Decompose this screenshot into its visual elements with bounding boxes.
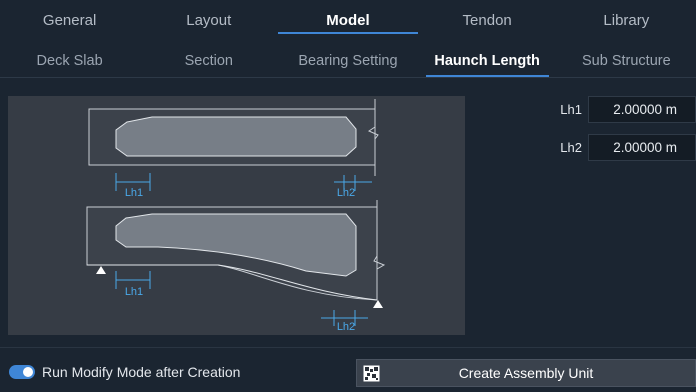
top-girder-void (115, 116, 357, 157)
top-lh1-label: Lh1 (125, 187, 143, 199)
haunch-diagram: Lh1 Lh2 Lh1 Lh2 (86, 99, 386, 333)
toggle-knob (23, 367, 33, 377)
lh2-label: Lh2 (560, 139, 582, 155)
create-assembly-unit-button[interactable]: Create Assembly Unit (356, 359, 696, 387)
haunch-diagram-panel: Lh1 Lh2 Lh1 Lh2 (8, 96, 465, 335)
lh1-input[interactable] (588, 95, 696, 123)
tab-model[interactable]: Model (278, 0, 418, 40)
left-support-icon (96, 266, 106, 274)
subtab-haunch-length[interactable]: Haunch Length (418, 44, 557, 78)
tab-layout[interactable]: Layout (139, 0, 278, 40)
subtab-bearing-setting[interactable]: Bearing Setting (278, 44, 417, 78)
bottom-lh1-label: Lh1 (125, 286, 143, 298)
right-support-icon (373, 300, 383, 308)
lh2-row: Lh2 (540, 133, 696, 161)
lh1-label: Lh1 (560, 101, 582, 117)
create-button-label: Create Assembly Unit (458, 365, 594, 381)
modify-mode-toggle[interactable] (9, 365, 35, 379)
top-lh2-label: Lh2 (337, 187, 355, 199)
assembly-unit-icon (363, 365, 380, 382)
bottom-bar: Run Modify Mode after Creation Create As… (0, 347, 696, 392)
lh1-row: Lh1 (540, 95, 696, 123)
subtab-section[interactable]: Section (139, 44, 278, 78)
lh2-input[interactable] (588, 133, 696, 161)
bottom-lh2-label: Lh2 (337, 321, 355, 333)
sub-tab-bar: Deck Slab Section Bearing Setting Haunch… (0, 44, 696, 78)
subtab-sub-structure[interactable]: Sub Structure (557, 44, 696, 78)
tab-general[interactable]: General (0, 0, 139, 40)
tab-tendon[interactable]: Tendon (418, 0, 557, 40)
subtab-deck-slab[interactable]: Deck Slab (0, 44, 139, 78)
modify-mode-label: Run Modify Mode after Creation (42, 364, 241, 380)
main-tab-bar: General Layout Model Tendon Library (0, 0, 696, 40)
tab-library[interactable]: Library (557, 0, 696, 40)
